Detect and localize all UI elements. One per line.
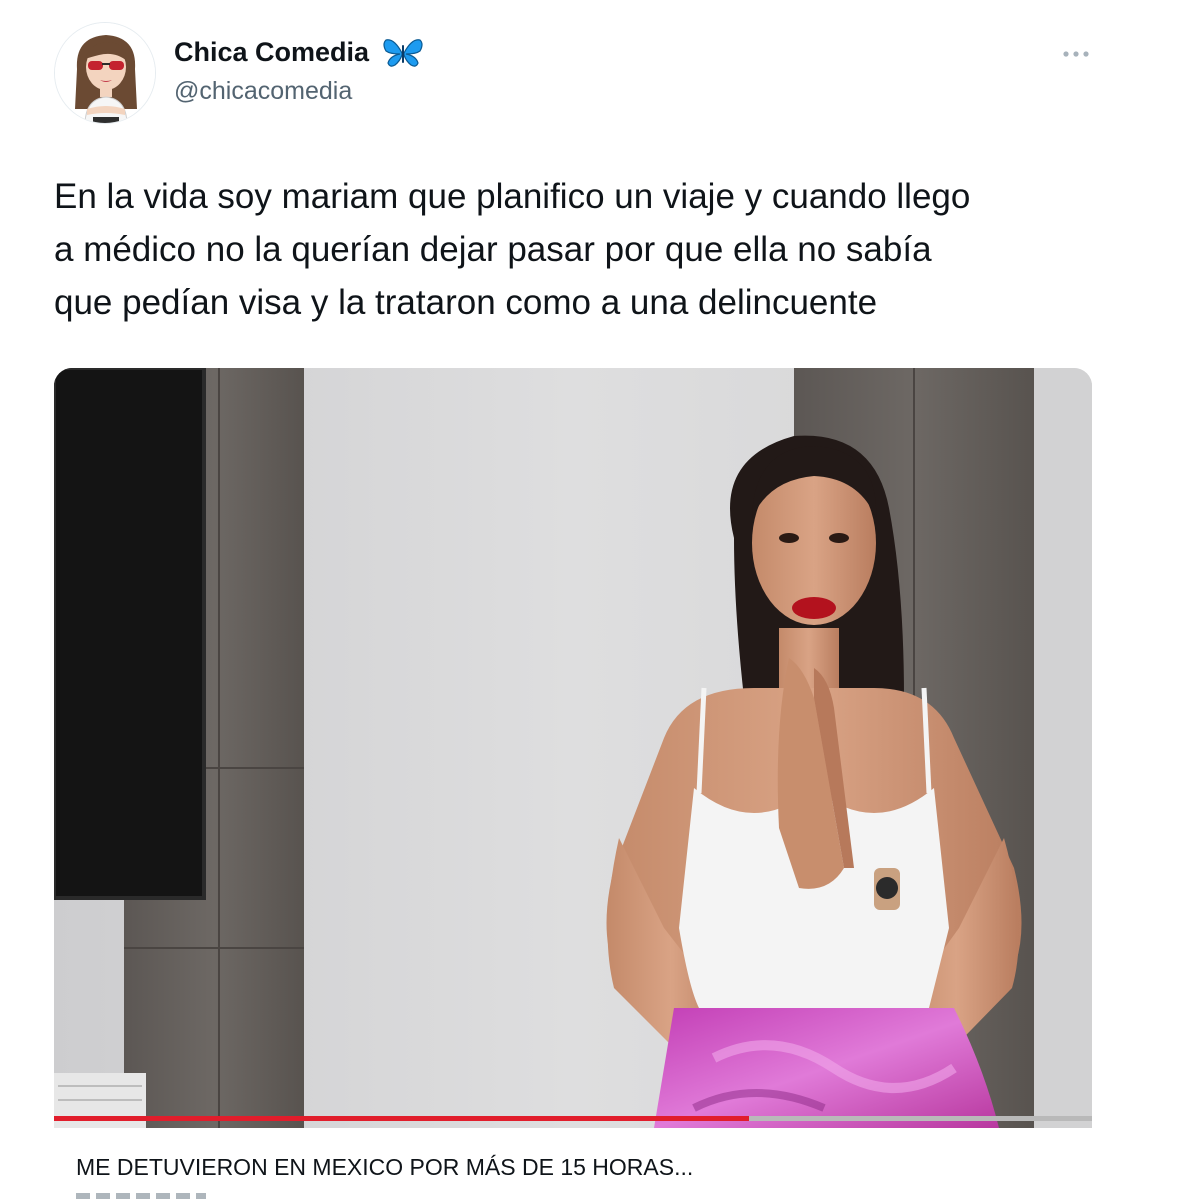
- video-progress-bar[interactable]: [54, 1116, 1092, 1121]
- author-handle[interactable]: @chicacomedia: [174, 76, 352, 106]
- tweet-text-line: En la vida soy mariam que planifico un v…: [54, 177, 971, 216]
- video-progress-fill: [54, 1116, 750, 1121]
- video-title[interactable]: ME DETUVIERON EN MEXICO POR MÁS DE 15 HO…: [76, 1152, 693, 1182]
- tweet-text-line: que pedían visa y la trataron como a una…: [54, 283, 878, 322]
- avatar[interactable]: [54, 22, 156, 124]
- tweet-text-line: a médico no la querían dejar pasar por q…: [54, 230, 932, 269]
- video-meta-cut-off: [76, 1188, 216, 1199]
- author-display-name[interactable]: Chica Comedia: [174, 36, 369, 68]
- avatar-illustration: [55, 23, 155, 123]
- tweet-text: En la vida soy mariam que planifico un v…: [54, 170, 1134, 329]
- more-options-icon[interactable]: [1056, 40, 1096, 68]
- video-thumbnail[interactable]: [54, 368, 1092, 1128]
- butterfly-icon: [382, 36, 424, 70]
- video-frame-illustration: [54, 368, 1092, 1128]
